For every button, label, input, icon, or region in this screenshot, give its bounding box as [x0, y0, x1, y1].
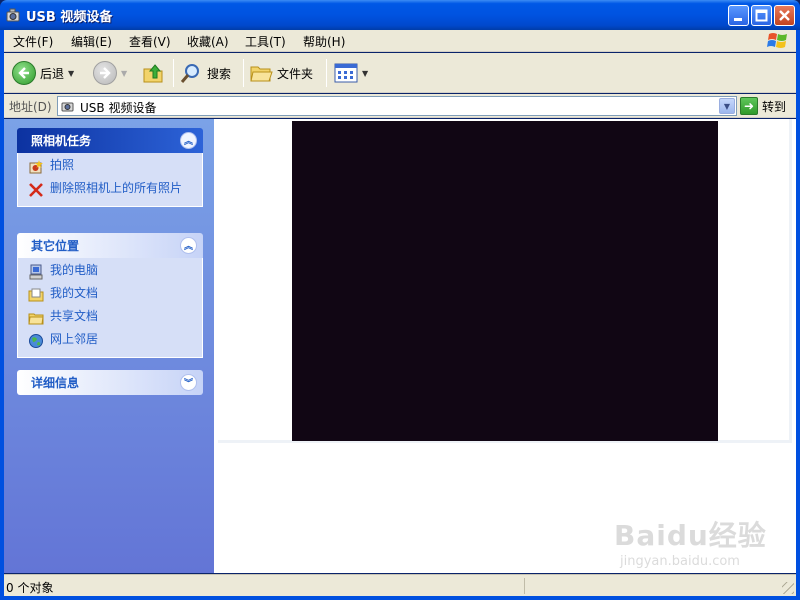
back-dropdown-icon[interactable]: ▼: [68, 69, 74, 78]
place-shared-documents[interactable]: 共享文档: [28, 310, 192, 326]
network-globe-icon: [29, 334, 43, 348]
back-button[interactable]: 后退 ▼: [12, 59, 74, 87]
other-places-title: 其它位置: [31, 239, 80, 253]
camera-icon: [61, 102, 74, 112]
toolbar-separator: [326, 59, 327, 87]
details-panel: 详细信息 ︾: [17, 370, 203, 395]
folders-label: 文件夹: [277, 66, 314, 81]
take-picture-icon: [29, 160, 43, 174]
search-icon: [180, 64, 199, 83]
shared-folder-icon: [28, 313, 44, 325]
status-object-count: 0 个对象: [6, 581, 54, 595]
up-button[interactable]: [141, 59, 165, 87]
menu-file[interactable]: 文件(F): [13, 33, 53, 50]
menu-help[interactable]: 帮助(H): [303, 33, 345, 50]
place-network[interactable]: 网上邻居: [28, 333, 192, 349]
forward-dropdown-icon[interactable]: ▼: [121, 69, 127, 78]
status-divider: [524, 578, 525, 594]
place-my-computer-label: 我的电脑: [50, 263, 99, 277]
menu-tools[interactable]: 工具(T): [245, 33, 286, 50]
folder-up-icon: [143, 64, 163, 83]
window-border-bottom: [0, 596, 800, 600]
back-arrow-icon: [12, 61, 36, 85]
back-label: 后退: [40, 66, 65, 81]
forward-button[interactable]: ▼: [93, 59, 127, 87]
menu-favorites[interactable]: 收藏(A): [187, 33, 229, 50]
task-pane: 照相机任务 ︽ 拍照 删除照相机上的所有照片 其它位置 ︽ 我的电脑 我的文档 …: [4, 119, 214, 573]
search-label: 搜索: [207, 66, 232, 81]
content-area: [214, 119, 796, 573]
search-button[interactable]: 搜索: [179, 59, 231, 87]
views-button[interactable]: ▼: [334, 59, 368, 87]
toolbar-separator: [243, 59, 244, 87]
status-bar: 0 个对象: [4, 574, 796, 596]
camera-tasks-panel: 照相机任务 ︽ 拍照 删除照相机上的所有照片: [17, 128, 203, 207]
views-grid-icon: [334, 63, 358, 83]
window-border-right: [796, 30, 800, 600]
maximize-button[interactable]: [751, 5, 772, 26]
go-arrow-icon: ➜: [740, 97, 758, 115]
other-places-header[interactable]: 其它位置 ︽: [17, 233, 203, 258]
window-title: USB 视频设备: [26, 10, 113, 25]
camera-tasks-header[interactable]: 照相机任务 ︽: [17, 128, 203, 153]
minimize-icon: [734, 18, 742, 21]
place-my-documents-label: 我的文档: [50, 286, 99, 300]
camera-tasks-body: 拍照 删除照相机上的所有照片: [17, 153, 203, 207]
folder-icon: [250, 66, 273, 82]
watermark: Baidu经验 jingyan.baidu.com: [614, 514, 767, 569]
place-shared-documents-label: 共享文档: [50, 309, 99, 323]
watermark-url: jingyan.baidu.com: [620, 554, 740, 569]
task-delete-all-pictures[interactable]: 删除照相机上的所有照片: [28, 182, 192, 198]
place-my-computer[interactable]: 我的电脑: [28, 264, 192, 280]
address-label: 地址(D): [9, 100, 52, 114]
camera-live-preview[interactable]: [292, 121, 718, 441]
address-dropdown-icon[interactable]: ▼: [719, 98, 735, 114]
go-label: 转到: [762, 99, 787, 114]
windows-logo-icon: [767, 33, 787, 48]
expand-down-icon[interactable]: ︾: [180, 374, 197, 391]
menu-bar: 文件(F) 编辑(E) 查看(V) 收藏(A) 工具(T) 帮助(H): [4, 30, 796, 52]
explorer-window: USB 视频设备 文件(F) 编辑(E) 查看(V) 收藏(A) 工具(T) 帮…: [0, 0, 800, 600]
other-places-body: 我的电脑 我的文档 共享文档 网上邻居: [17, 258, 203, 358]
toolbar: 后退 ▼ ▼ 搜索 文件夹 ▼: [4, 53, 796, 93]
minimize-button[interactable]: [728, 5, 749, 26]
address-bar: 地址(D) USB 视频设备 ▼ ➜ 转到: [4, 94, 796, 118]
address-input[interactable]: USB 视频设备 ▼: [57, 96, 737, 116]
go-button[interactable]: ➜ 转到: [740, 96, 786, 116]
views-dropdown-icon[interactable]: ▼: [362, 69, 368, 78]
place-network-label: 网上邻居: [50, 332, 99, 346]
place-my-documents[interactable]: 我的文档: [28, 287, 192, 303]
camera-preview-frame: [218, 119, 792, 443]
collapse-up-icon[interactable]: ︽: [180, 237, 197, 254]
task-take-picture[interactable]: 拍照: [28, 159, 192, 175]
camera-tasks-title: 照相机任务: [31, 134, 92, 148]
resize-grip-icon[interactable]: [782, 582, 794, 594]
delete-icon: [29, 183, 43, 197]
maximize-icon: [755, 9, 768, 22]
menu-view[interactable]: 查看(V): [129, 33, 171, 50]
task-take-picture-label: 拍照: [50, 158, 75, 172]
close-icon: [779, 10, 790, 21]
my-documents-icon: [28, 288, 44, 302]
title-bar[interactable]: USB 视频设备: [0, 0, 800, 30]
menu-edit[interactable]: 编辑(E): [71, 33, 112, 50]
other-places-panel: 其它位置 ︽ 我的电脑 我的文档 共享文档 网上邻居: [17, 233, 203, 358]
address-value: USB 视频设备: [80, 101, 157, 115]
collapse-up-icon[interactable]: ︽: [180, 132, 197, 149]
forward-arrow-icon: [93, 61, 117, 85]
watermark-brand: Baidu经验: [614, 519, 767, 552]
close-button[interactable]: [774, 5, 795, 26]
details-title: 详细信息: [31, 376, 80, 390]
folders-button[interactable]: 文件夹: [249, 59, 313, 87]
camera-icon: [6, 8, 20, 22]
task-delete-all-pictures-label: 删除照相机上的所有照片: [50, 181, 183, 195]
my-computer-icon: [29, 264, 43, 280]
details-header[interactable]: 详细信息 ︾: [17, 370, 203, 395]
toolbar-separator: [173, 59, 174, 87]
